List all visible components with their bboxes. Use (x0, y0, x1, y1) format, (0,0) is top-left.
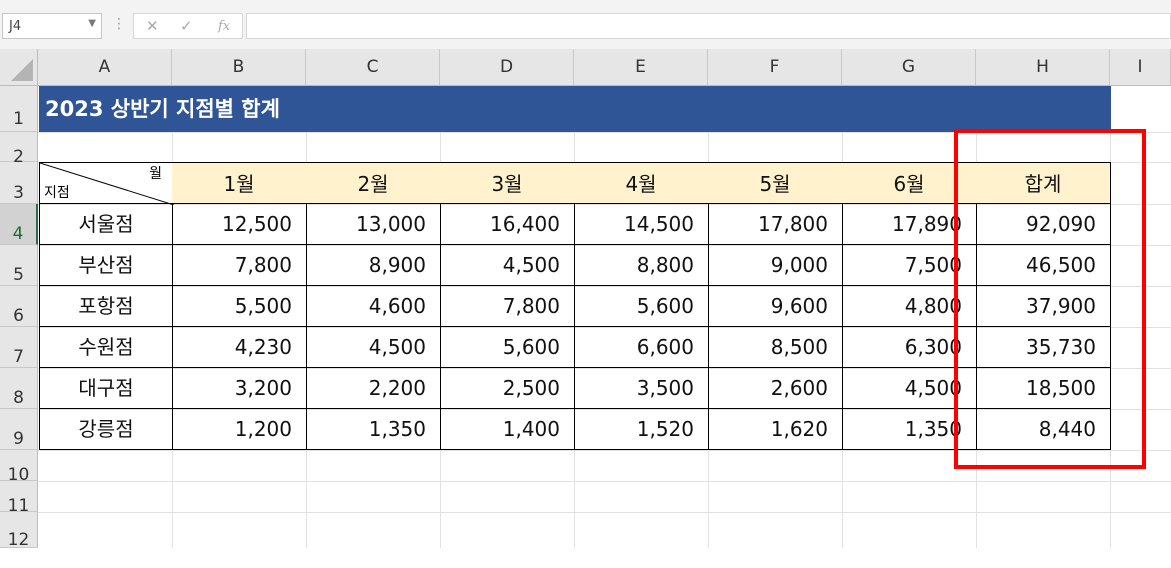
row-header-9[interactable]: 9 (0, 409, 38, 450)
row-header-4[interactable]: 4 (0, 204, 38, 245)
value-cell[interactable]: 7,800 (440, 286, 575, 327)
column-header-d[interactable]: D (440, 49, 574, 86)
branch-name-cell[interactable]: 강릉점 (39, 409, 173, 450)
row-header-11[interactable]: 11 (0, 481, 38, 516)
chevron-down-icon[interactable]: ▼ (88, 18, 96, 29)
column-header-h[interactable]: H (976, 49, 1110, 86)
branch-name-cell[interactable]: 포항점 (39, 286, 173, 327)
value-cell[interactable]: 7,800 (172, 245, 307, 286)
column-header-c[interactable]: C (306, 49, 440, 86)
formula-input[interactable] (246, 13, 1171, 39)
grid-line (38, 512, 1171, 513)
value-cell[interactable]: 17,800 (708, 204, 843, 245)
value-cell[interactable]: 1,620 (708, 409, 843, 450)
enter-icon[interactable]: ✓ (180, 17, 193, 35)
diagonal-header-cell[interactable]: 월지점 (39, 162, 174, 205)
value-cell[interactable]: 4,600 (306, 286, 441, 327)
formula-buttons: ✕ ✓ fx (133, 13, 243, 39)
value-cell[interactable]: 5,600 (440, 327, 575, 368)
table-header-cell[interactable]: 4월 (574, 162, 709, 204)
row-header-10[interactable]: 10 (0, 450, 38, 485)
value-cell[interactable]: 9,600 (708, 286, 843, 327)
name-box-value: J4 (9, 19, 22, 34)
diagonal-month-label: 월 (149, 166, 162, 182)
row-header-12[interactable]: 12 (0, 512, 38, 550)
value-cell[interactable]: 1,400 (440, 409, 575, 450)
row-header-1[interactable]: 1 (0, 86, 38, 132)
row-header-6[interactable]: 6 (0, 286, 38, 327)
table-header-cell[interactable]: 1월 (172, 162, 307, 204)
more-icon: ⋮ (112, 16, 126, 32)
value-cell[interactable]: 1,520 (574, 409, 709, 450)
row-header-7[interactable]: 7 (0, 327, 38, 368)
row-header-8[interactable]: 8 (0, 368, 38, 409)
value-cell[interactable]: 6,600 (574, 327, 709, 368)
row-header-3[interactable]: 3 (0, 162, 38, 204)
column-header-b[interactable]: B (172, 49, 306, 86)
table-header-cell[interactable]: 2월 (306, 162, 441, 204)
row-header-5[interactable]: 5 (0, 245, 38, 286)
value-cell[interactable]: 12,500 (172, 204, 307, 245)
name-box[interactable]: J4 ▼ (2, 13, 102, 39)
value-cell[interactable]: 14,500 (574, 204, 709, 245)
grid-line (38, 481, 1171, 482)
branch-name-cell[interactable]: 수원점 (39, 327, 173, 368)
branch-name-cell[interactable]: 대구점 (39, 368, 173, 409)
value-cell[interactable]: 16,400 (440, 204, 575, 245)
sheet-title[interactable]: 2023 상반기 지점별 합계 (39, 86, 1111, 132)
column-header-e[interactable]: E (574, 49, 708, 86)
column-header-a[interactable]: A (38, 49, 172, 86)
select-all-corner[interactable] (0, 49, 38, 86)
function-icon[interactable]: fx (218, 19, 230, 34)
value-cell[interactable]: 9,000 (708, 245, 843, 286)
value-cell[interactable]: 8,900 (306, 245, 441, 286)
value-cell[interactable]: 5,600 (574, 286, 709, 327)
value-cell[interactable]: 1,350 (306, 409, 441, 450)
value-cell[interactable]: 1,200 (172, 409, 307, 450)
diagonal-branch-label: 지점 (44, 185, 70, 201)
column-header-f[interactable]: F (708, 49, 842, 86)
value-cell[interactable]: 13,000 (306, 204, 441, 245)
table-header-cell[interactable]: 3월 (440, 162, 575, 204)
row-header-2[interactable]: 2 (0, 132, 38, 167)
value-cell[interactable]: 3,200 (172, 368, 307, 409)
value-cell[interactable]: 2,200 (306, 368, 441, 409)
branch-name-cell[interactable]: 서울점 (39, 204, 173, 245)
column-header-g[interactable]: G (842, 49, 976, 86)
table-header-cell[interactable]: 5월 (708, 162, 843, 204)
formula-bar: J4 ▼ ⋮ ✕ ✓ fx (0, 0, 1171, 49)
value-cell[interactable]: 4,500 (306, 327, 441, 368)
column-header-i[interactable]: I (1110, 49, 1171, 86)
value-cell[interactable]: 4,500 (440, 245, 575, 286)
branch-name-cell[interactable]: 부산점 (39, 245, 173, 286)
highlight-box (954, 129, 1146, 469)
value-cell[interactable]: 4,230 (172, 327, 307, 368)
value-cell[interactable]: 5,500 (172, 286, 307, 327)
value-cell[interactable]: 2,500 (440, 368, 575, 409)
value-cell[interactable]: 2,600 (708, 368, 843, 409)
cancel-icon[interactable]: ✕ (146, 17, 159, 35)
value-cell[interactable]: 8,500 (708, 327, 843, 368)
value-cell[interactable]: 3,500 (574, 368, 709, 409)
value-cell[interactable]: 8,800 (574, 245, 709, 286)
